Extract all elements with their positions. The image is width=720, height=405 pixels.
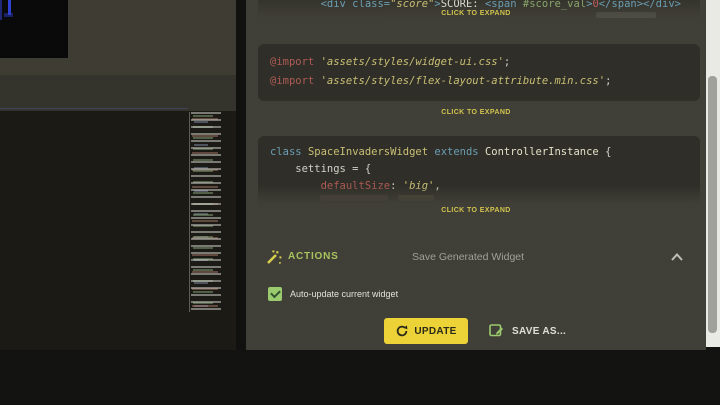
sync-icon bbox=[397, 325, 408, 337]
code-token: #score_val bbox=[522, 0, 587, 10]
code-token: </span></div> bbox=[598, 0, 681, 10]
expand-label[interactable]: CLICK TO EXPAND bbox=[246, 109, 706, 116]
assistant-panel: <div class="score">SCORE: <span #score_v… bbox=[246, 0, 706, 350]
composer-background bbox=[0, 350, 720, 405]
code-line: @import 'assets/styles/widget-ui.css'; bbox=[270, 53, 688, 72]
code-minimap bbox=[189, 112, 231, 312]
code-token: settings = { bbox=[270, 163, 372, 175]
terminal-box bbox=[0, 0, 68, 58]
update-button-label: UPDATE bbox=[414, 325, 457, 337]
code-block-js-class[interactable]: class SpaceInvadersWidget extends Contro… bbox=[258, 136, 700, 206]
actions-subtitle: Save Generated Widget bbox=[412, 251, 525, 263]
code-token: extends bbox=[434, 146, 485, 158]
code-line: class SpaceInvadersWidget extends Contro… bbox=[270, 144, 688, 161]
actions-buttons-row: UPDATE SAVE AS... bbox=[246, 318, 706, 345]
scrollbar-track[interactable] bbox=[706, 0, 720, 347]
auto-update-label[interactable]: Auto-update current widget bbox=[290, 289, 398, 299]
save-edit-icon bbox=[489, 324, 503, 337]
chevron-up-icon[interactable] bbox=[670, 252, 684, 262]
expand-label[interactable]: CLICK TO EXPAND bbox=[246, 10, 706, 17]
code-token: <div class= bbox=[270, 0, 391, 10]
code-token: <span bbox=[484, 0, 523, 10]
scrollbar-thumb[interactable] bbox=[708, 76, 717, 333]
code-line: <div class="score">SCORE: <span #score_v… bbox=[270, 0, 688, 10]
screen: <div class="score">SCORE: <span #score_v… bbox=[0, 0, 720, 405]
blue-selection-mark bbox=[4, 13, 13, 17]
background-app-band bbox=[0, 75, 236, 111]
actions-title: ACTIONS bbox=[288, 251, 339, 262]
actions-section: ACTIONS Save Generated Widget bbox=[246, 246, 706, 270]
code-fade-gradient bbox=[258, 186, 700, 206]
code-token: SCORE: bbox=[440, 0, 485, 10]
code-token: ; bbox=[503, 56, 511, 68]
background-app bbox=[0, 0, 236, 405]
expand-label[interactable]: CLICK TO EXPAND bbox=[246, 207, 706, 214]
auto-update-row: Auto-update current widget bbox=[246, 286, 706, 304]
blue-selection-mark bbox=[0, 0, 2, 20]
code-token: 'assets/styles/widget-ui.css' bbox=[320, 56, 504, 68]
save-as-button-label: SAVE AS... bbox=[512, 325, 567, 337]
code-block-css-imports[interactable]: @import 'assets/styles/widget-ui.css'; @i… bbox=[258, 44, 700, 101]
save-as-button[interactable]: SAVE AS... bbox=[482, 319, 572, 343]
magic-wand-icon bbox=[267, 250, 282, 264]
code-token: { bbox=[605, 146, 612, 158]
code-line: @import 'assets/styles/flex-layout-attri… bbox=[270, 72, 688, 91]
code-token: ControllerInstance bbox=[484, 146, 606, 158]
code-token: SpaceInvadersWidget bbox=[307, 146, 435, 158]
code-token: @import bbox=[270, 56, 321, 68]
code-token: class bbox=[270, 146, 308, 158]
code-token: @import bbox=[270, 75, 321, 87]
update-button[interactable]: UPDATE bbox=[384, 318, 468, 344]
code-token: ; bbox=[605, 75, 612, 87]
auto-update-checkbox[interactable] bbox=[268, 287, 282, 301]
panel-edge-gap bbox=[236, 0, 246, 350]
code-token: 'assets/styles/flex-layout-attribute.min… bbox=[320, 75, 606, 87]
code-token: "score" bbox=[390, 0, 435, 10]
code-line: settings = { bbox=[270, 161, 688, 178]
divider-line bbox=[0, 108, 188, 109]
